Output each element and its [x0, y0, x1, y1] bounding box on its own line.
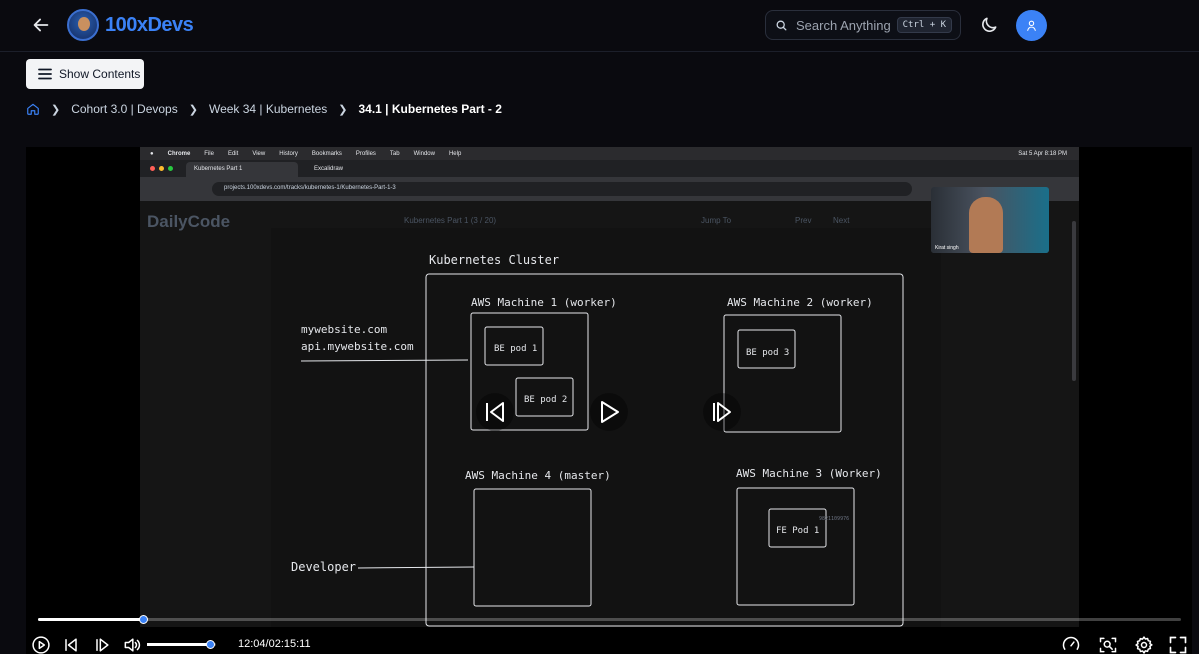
chevron-right-icon: ❯ — [188, 103, 198, 116]
pod1-label: BE pod 1 — [494, 344, 537, 354]
time-display: 12:04/02:15:11 — [238, 638, 311, 650]
breadcrumb-item-current: 34.1 | Kubernetes Part - 2 — [358, 102, 502, 116]
browser-tab: Kubernetes Part 1 — [186, 162, 298, 177]
mac-menu-item: Tab — [389, 150, 400, 157]
browser-url: projects.100xdevs.com/tracks/kubernetes-… — [212, 182, 912, 196]
volume-icon[interactable] — [122, 635, 142, 654]
next-label: Next — [833, 216, 850, 225]
chevron-right-icon: ❯ — [51, 103, 61, 116]
skip-forward-icon[interactable] — [92, 635, 112, 654]
domain-label-2: api.mywebsite.com — [301, 340, 414, 353]
menu-icon — [38, 68, 52, 80]
domain-label-1: mywebsite.com — [301, 323, 387, 336]
mac-menu-bar: ● Chrome File Edit View History Bookmark… — [140, 147, 1079, 160]
video-player[interactable]: ● Chrome File Edit View History Bookmark… — [26, 147, 1192, 654]
zoom-focus-icon[interactable] — [1098, 635, 1118, 654]
show-contents-label: Show Contents — [59, 67, 141, 81]
search-placeholder: Search Anything — [796, 17, 891, 33]
mac-clock: Sat 5 Apr 8:18 PM — [1018, 150, 1067, 157]
window-maximize-dot — [168, 166, 173, 171]
jump-to-label: Jump To — [701, 216, 732, 225]
lesson-page: DailyCode Kubernetes Part 1 (3 / 20) Jum… — [140, 201, 1079, 627]
fullscreen-icon[interactable] — [1168, 635, 1188, 654]
fe-pod-label: FE Pod 1 — [776, 526, 819, 536]
machine1-label: AWS Machine 1 (worker) — [471, 296, 617, 309]
prev-label: Prev — [795, 216, 812, 225]
machine2-box — [723, 314, 842, 433]
brand-logo[interactable]: 100xDevs — [67, 9, 194, 41]
user-icon — [1027, 20, 1036, 31]
seek-bar[interactable] — [38, 615, 1181, 624]
top-navbar: 100xDevs Search Anything Ctrl + K — [0, 0, 1199, 52]
webcam-name: Kirat singh — [935, 245, 959, 251]
breadcrumb-item-week[interactable]: Week 34 | Kubernetes — [209, 102, 327, 116]
pod3-label: BE pod 3 — [746, 348, 789, 358]
mac-menu-item: Bookmarks — [311, 150, 342, 157]
mac-menu-item: File — [204, 150, 214, 157]
volume-slider-fill — [147, 643, 211, 646]
mac-menu-item: View — [252, 150, 266, 157]
developer-label: Developer — [291, 560, 356, 574]
video-controls: 12:04/02:15:11 — [26, 607, 1192, 654]
play-overlay-icon[interactable] — [590, 393, 628, 431]
skip-back-icon[interactable] — [61, 635, 81, 654]
machine3-label: AWS Machine 3 (Worker) — [736, 467, 882, 480]
play-icon[interactable] — [31, 635, 51, 654]
machine4-box — [473, 488, 592, 607]
mac-menu-item: History — [279, 150, 298, 157]
mac-menu-item: Help — [448, 150, 462, 157]
search-icon — [776, 20, 787, 30]
brand-avatar — [67, 9, 99, 41]
breadcrumb-item-cohort[interactable]: Cohort 3.0 | Devops — [71, 102, 178, 116]
browser-tab: Excalidraw — [314, 166, 344, 172]
moon-icon[interactable] — [979, 15, 999, 35]
pod2-label: BE pod 2 — [524, 395, 567, 405]
seek-bar-handle[interactable] — [139, 615, 149, 624]
webcam-overlay: Kirat singh — [931, 187, 1049, 253]
home-icon[interactable] — [26, 102, 40, 116]
browser-tab-strip: Kubernetes Part 1 Excalidraw — [140, 160, 1079, 177]
developer-arrow — [357, 566, 475, 569]
video-frame: ● Chrome File Edit View History Bookmark… — [140, 147, 1079, 627]
mac-menu-item: Edit — [227, 150, 239, 157]
settings-gear-icon[interactable] — [1134, 635, 1154, 654]
apple-icon: ● — [150, 150, 154, 157]
mac-menu-item: Profiles — [355, 150, 376, 157]
lesson-page-title: Kubernetes Part 1 (3 / 20) — [404, 216, 497, 225]
watermark: 9821109976 — [819, 516, 849, 522]
window-minimize-dot — [159, 166, 164, 171]
mac-menu-item: Window — [413, 150, 435, 157]
cluster-diagram: Kubernetes Cluster AWS Machine 1 (worker… — [291, 253, 904, 627]
page-scrollbar[interactable] — [1072, 221, 1076, 381]
mac-menu-item: Chrome — [167, 150, 191, 157]
chevron-right-icon: ❯ — [338, 103, 348, 116]
volume-slider[interactable] — [147, 640, 216, 649]
search-bar[interactable]: Search Anything Ctrl + K — [765, 10, 961, 40]
cluster-title: Kubernetes Cluster — [429, 253, 559, 267]
playback-speed-icon[interactable] — [1061, 635, 1081, 654]
skip-back-overlay-icon[interactable] — [476, 393, 514, 431]
brand-name: 100xDevs — [105, 13, 194, 36]
machine4-label: AWS Machine 4 (master) — [465, 469, 611, 482]
breadcrumb: ❯ Cohort 3.0 | Devops ❯ Week 34 | Kubern… — [26, 101, 502, 117]
presenter-figure — [969, 197, 1003, 253]
excalidraw-board: Kubernetes Cluster AWS Machine 1 (worker… — [271, 228, 941, 627]
show-contents-button[interactable]: Show Contents — [26, 59, 144, 89]
machine2-label: AWS Machine 2 (worker) — [727, 296, 873, 309]
window-close-dot — [150, 166, 155, 171]
domains-arrow — [300, 359, 469, 362]
skip-forward-overlay-icon[interactable] — [703, 393, 741, 431]
seek-bar-progress — [38, 618, 144, 621]
user-avatar-button[interactable] — [1016, 10, 1047, 41]
search-shortcut-badge: Ctrl + K — [896, 17, 952, 33]
volume-slider-handle[interactable] — [206, 640, 216, 649]
back-arrow-icon[interactable] — [30, 14, 52, 36]
dailycode-logo: DailyCode — [147, 212, 231, 231]
